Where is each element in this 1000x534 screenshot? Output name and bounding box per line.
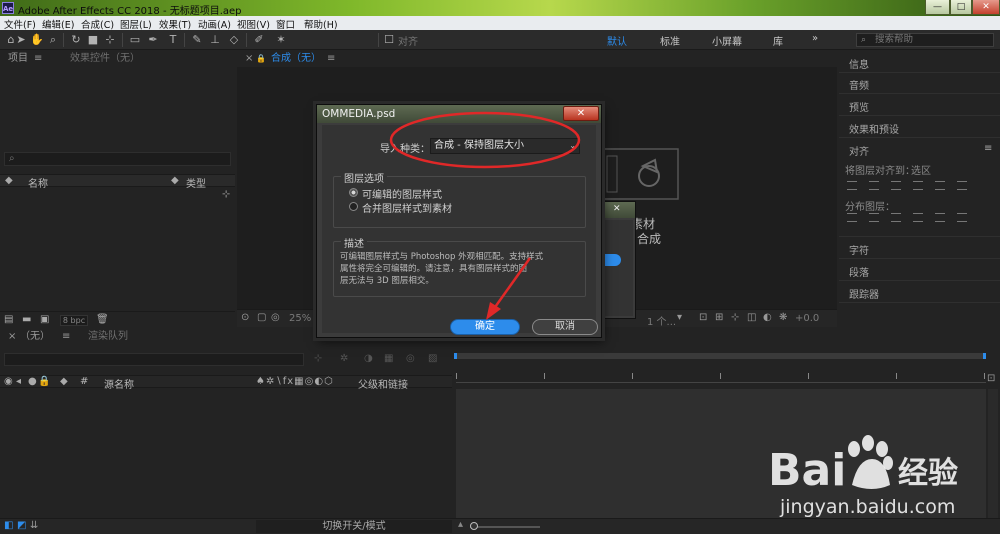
annotation-layer <box>389 111 581 320</box>
highlight-ellipse <box>389 111 581 169</box>
annotation-arrow-line <box>491 257 532 311</box>
annotation-arrow-head <box>486 302 501 320</box>
